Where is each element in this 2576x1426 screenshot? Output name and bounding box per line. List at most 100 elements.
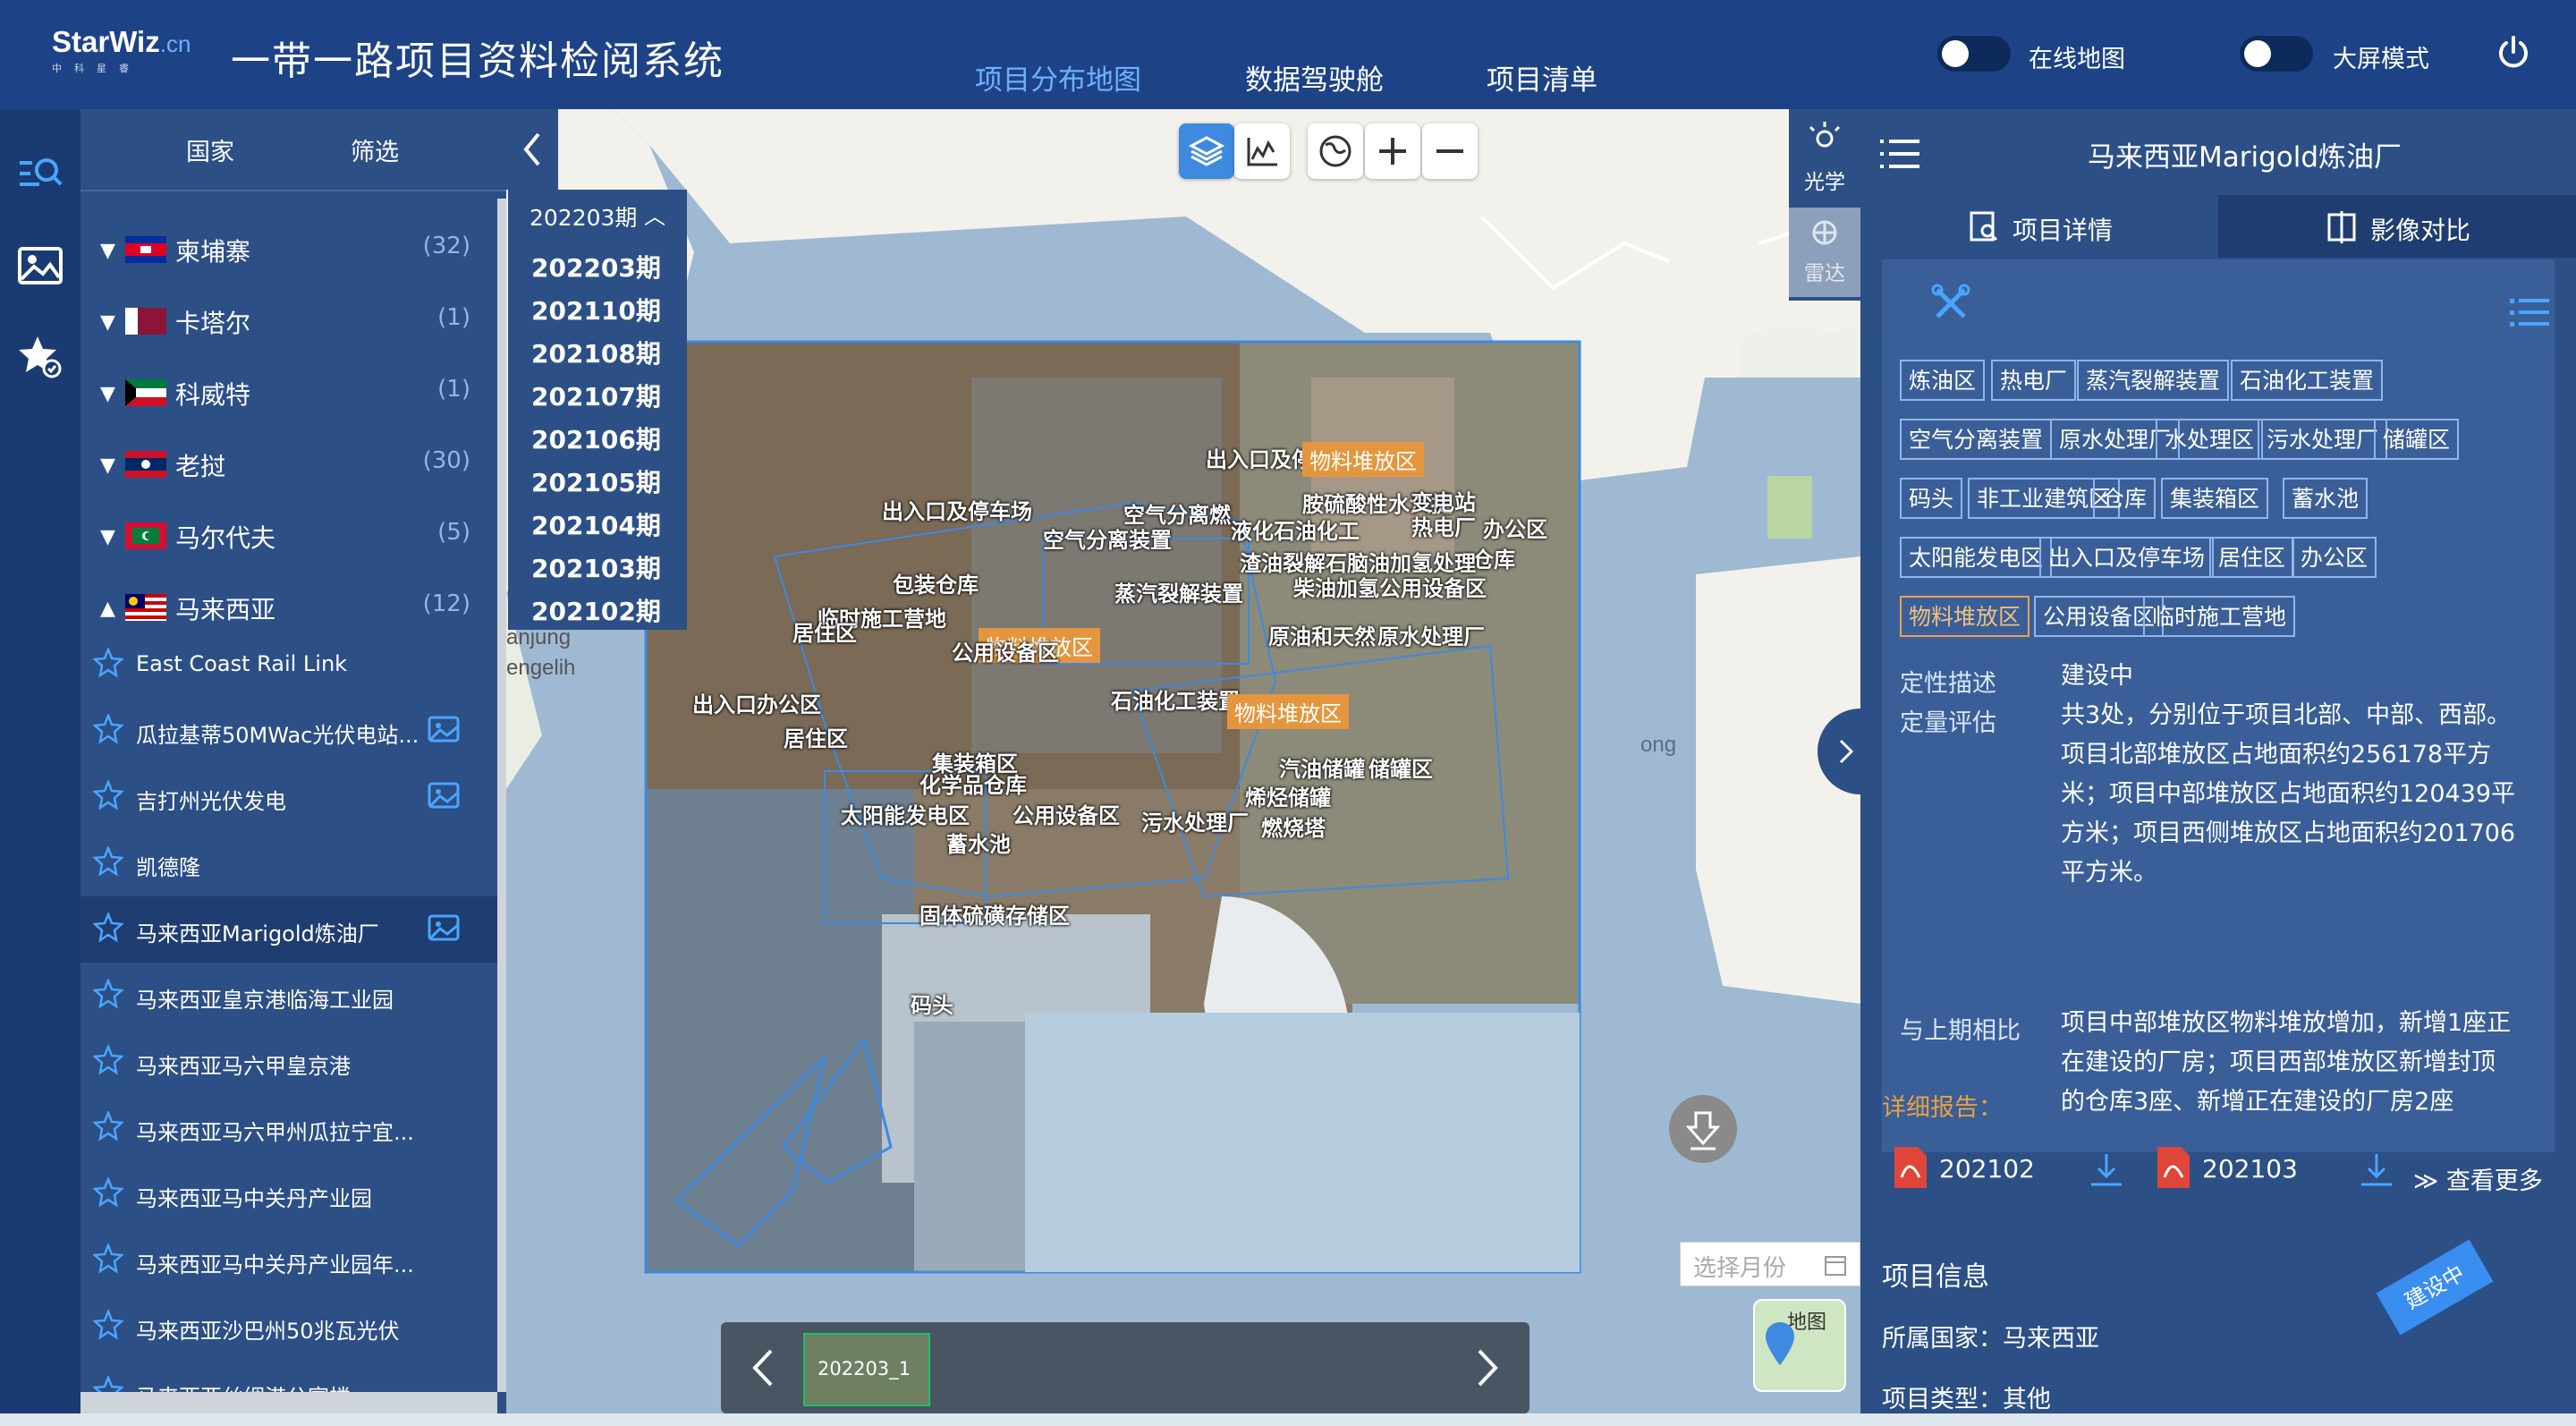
period-option[interactable]: 202104期 — [531, 506, 661, 542]
category-tag[interactable]: 污水处理厂 — [2258, 419, 2388, 460]
star-icon[interactable] — [93, 1310, 123, 1340]
download-map-icon[interactable] — [1669, 1095, 1737, 1163]
category-tag[interactable]: 石油化工装置 — [2231, 360, 2384, 401]
category-tag[interactable]: 热电厂 — [1991, 360, 2077, 401]
star-icon[interactable] — [93, 1177, 123, 1208]
period-option[interactable]: 202107期 — [531, 378, 661, 413]
menu-icon[interactable] — [1880, 136, 1921, 172]
project-list-item[interactable]: 马来西亚马中关丹产业园 — [80, 1161, 506, 1227]
category-tag[interactable]: 太阳能发电区 — [1900, 537, 2053, 578]
project-name: 马来西亚马中关丹产业园年... — [136, 1252, 414, 1277]
report-link-202102[interactable]: 202102 — [1939, 1154, 2035, 1184]
period-select[interactable]: 202203期 ︿ — [508, 190, 687, 238]
layers-icon[interactable] — [1179, 123, 1234, 179]
nav-project-list[interactable]: 项目清单 — [1487, 57, 1597, 98]
category-tag[interactable]: 蓄水池 — [2283, 478, 2368, 519]
category-tag[interactable]: 出入口及停车场 — [2039, 537, 2215, 578]
project-list-item[interactable]: 马来西亚马六甲皇京港 — [80, 1029, 506, 1095]
category-tag[interactable]: 办公区 — [2292, 537, 2377, 578]
online-map-toggle[interactable] — [1937, 36, 2011, 72]
category-tag[interactable]: 蒸汽裂解装置 — [2077, 360, 2230, 401]
nav-project-map[interactable]: 项目分布地图 — [975, 57, 1141, 98]
star-icon[interactable] — [93, 1244, 123, 1274]
project-list-item[interactable]: 吉打州光伏发电 — [80, 764, 506, 830]
category-tag[interactable]: 码头 — [1900, 478, 1963, 519]
project-list-item[interactable]: 凯德隆 — [80, 830, 506, 896]
map-label: 蒸汽裂解装置 — [1114, 581, 1243, 607]
search-list-icon[interactable] — [16, 150, 64, 199]
country-row-laos[interactable]: ▼ 老挝 (30) — [80, 429, 506, 501]
prev-image-button[interactable] — [733, 1337, 796, 1399]
map-label-material[interactable]: 物料堆放区 — [1302, 442, 1424, 477]
map-label-material[interactable]: 物料堆放区 — [1227, 694, 1349, 729]
map-view[interactable]: anjung engelih ong 出入口及停车场 物料堆放区 出入口及停车场… — [506, 109, 1860, 1413]
category-tag[interactable]: 居住区 — [2209, 537, 2295, 578]
period-option[interactable]: 202108期 — [531, 335, 661, 370]
category-tag[interactable]: 储罐区 — [2374, 419, 2460, 460]
star-icon[interactable] — [93, 912, 123, 943]
report-link-202103[interactable]: 202103 — [2202, 1154, 2298, 1184]
category-tag[interactable]: 炼油区 — [1900, 360, 1986, 401]
horizontal-scrollbar[interactable] — [80, 1392, 497, 1413]
period-option[interactable]: 202105期 — [531, 463, 661, 499]
country-row-qatar[interactable]: ▼ 卡塔尔 (1) — [80, 286, 506, 358]
favorite-star-icon[interactable] — [16, 333, 64, 381]
tab-project-detail[interactable]: 项目详情 — [1860, 195, 2218, 258]
nav-data-cockpit[interactable]: 数据驾驶舱 — [1245, 57, 1384, 98]
star-icon[interactable] — [93, 1111, 123, 1142]
category-tag[interactable]: 水处理区 — [2156, 419, 2264, 460]
tools-icon[interactable] — [1930, 283, 1971, 324]
star-icon[interactable] — [93, 846, 123, 877]
list-view-icon[interactable] — [2510, 297, 2549, 327]
globe-icon[interactable] — [1308, 123, 1363, 179]
country-row-maldives[interactable]: ▼ 马尔代夫 (5) — [80, 501, 506, 573]
period-option[interactable]: 202203期 — [531, 249, 661, 284]
period-option[interactable]: 202103期 — [531, 549, 661, 585]
category-tag[interactable]: 空气分离装置 — [1900, 419, 2053, 460]
project-list-item[interactable]: 马来西亚Marigold炼油厂 — [80, 896, 506, 963]
project-list-item[interactable]: 马来西亚马中关丹产业园年... — [80, 1227, 506, 1294]
project-list-item[interactable]: 马来西亚马六甲州瓜拉宁宜... — [80, 1095, 506, 1161]
project-list-item[interactable]: 马来西亚沙巴州50兆瓦光伏 — [80, 1294, 506, 1360]
category-tag[interactable]: 物料堆放区 — [1900, 596, 2030, 637]
star-icon[interactable] — [93, 714, 123, 744]
see-more-button[interactable]: ≫ 查看更多 — [2413, 1161, 2543, 1196]
collapse-left-button[interactable] — [506, 109, 558, 190]
optical-button[interactable]: 光学 — [1789, 116, 1860, 202]
download-icon[interactable] — [2088, 1150, 2125, 1188]
radar-button[interactable]: 雷达 — [1789, 208, 1860, 297]
zoom-in-icon[interactable] — [1365, 123, 1420, 179]
chart-icon[interactable] — [1234, 123, 1290, 179]
basemap-switch[interactable]: 地图 — [1753, 1299, 1846, 1392]
download-icon[interactable] — [2358, 1150, 2395, 1188]
image-thumbnail[interactable]: 202203_1 — [803, 1333, 930, 1406]
tab-filter[interactable]: 筛选 — [351, 132, 399, 167]
sensor-switch: 光学 雷达 — [1789, 109, 1860, 301]
category-tag[interactable]: 仓库 — [2093, 478, 2157, 519]
star-icon[interactable] — [93, 1045, 123, 1075]
image-icon[interactable] — [16, 242, 64, 290]
project-list-item[interactable]: East Coast Rail Link — [80, 632, 506, 698]
power-icon[interactable] — [2496, 34, 2531, 70]
top-header: StarWiz.cn 中科星睿 一带一路项目资料检阅系统 项目分布地图 数据驾驶… — [0, 0, 2576, 109]
period-option[interactable]: 202102期 — [531, 592, 661, 628]
month-picker[interactable]: 选择月份 — [1680, 1242, 1860, 1286]
period-option[interactable]: 202106期 — [531, 420, 661, 456]
category-tag[interactable]: 临时施工营地 — [2143, 596, 2296, 637]
zoom-out-icon[interactable] — [1422, 123, 1478, 179]
vertical-scrollbar[interactable] — [497, 199, 506, 1392]
period-option[interactable]: 202110期 — [531, 292, 661, 327]
next-image-button[interactable] — [1454, 1337, 1517, 1399]
star-icon[interactable] — [93, 780, 123, 811]
country-row-kuwait[interactable]: ▼ 科威特 (1) — [80, 358, 506, 429]
country-row-cambodia[interactable]: ▼ 柬埔寨 (32) — [80, 215, 506, 286]
expand-right-button[interactable] — [1818, 709, 1860, 794]
project-list-item[interactable]: 瓜拉基蒂50MWac光伏电站... — [80, 698, 506, 764]
project-list-item[interactable]: 马来西亚皇京港临海工业园 — [80, 963, 506, 1029]
big-screen-toggle[interactable] — [2240, 36, 2313, 72]
tab-image-compare[interactable]: 影像对比 — [2218, 195, 2576, 258]
star-icon[interactable] — [93, 648, 123, 678]
tab-country[interactable]: 国家 — [186, 132, 234, 167]
category-tag[interactable]: 集装箱区 — [2161, 478, 2269, 519]
star-icon[interactable] — [93, 979, 123, 1009]
